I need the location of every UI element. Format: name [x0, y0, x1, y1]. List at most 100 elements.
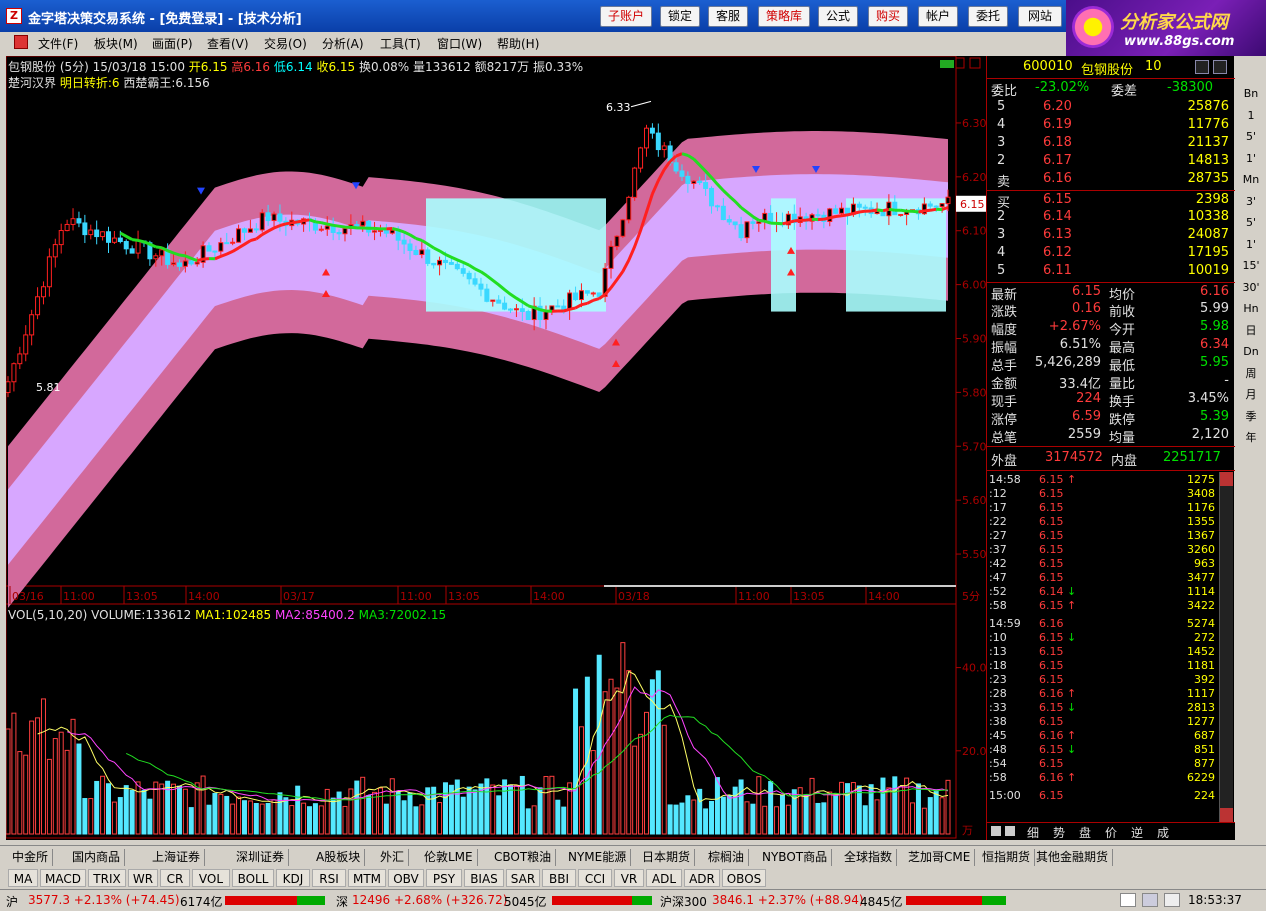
tab-next-icon[interactable] — [1005, 826, 1015, 836]
indicator-tab[interactable]: TRIX — [88, 869, 126, 887]
indicator-tab[interactable]: OBV — [388, 869, 424, 887]
indicator-tab[interactable]: OBOS — [722, 869, 766, 887]
tab-book[interactable]: 盘 — [1079, 824, 1091, 841]
market-tab[interactable]: 其他金融期货 — [1032, 849, 1114, 866]
buy-button[interactable]: 购买 — [868, 6, 908, 27]
market-tab[interactable]: CBOT粮油 — [490, 849, 557, 866]
indicator-tab[interactable]: MTM — [348, 869, 386, 887]
indicator-tab[interactable]: KDJ — [276, 869, 310, 887]
period-tab[interactable]: 15' — [1239, 256, 1263, 276]
sell-price: 6.17 — [1043, 153, 1072, 168]
ratio-label: 委比 — [991, 84, 1018, 99]
indicator-tab[interactable]: ADL — [646, 869, 682, 887]
kline-chart[interactable]: 6.30 6.20 6.10 6.00 5.90 5.80 5.70 5.60 5.50 6.15… — [6, 56, 986, 840]
market-tab[interactable]: 棕榈油 — [704, 849, 750, 866]
menu-analysis[interactable]: 分析(A) — [322, 35, 364, 52]
market-tab[interactable]: A股板块 — [312, 849, 366, 866]
market-tab[interactable]: 伦敦LME — [420, 849, 478, 866]
market-tab[interactable]: 外汇 — [376, 849, 410, 866]
period-tab[interactable]: Hn — [1239, 299, 1263, 319]
volume-bar — [673, 804, 679, 835]
formula-button[interactable]: 公式 — [818, 6, 858, 27]
candle-body — [590, 292, 596, 295]
indicator-tab[interactable]: BOLL — [232, 869, 274, 887]
volume-bar — [720, 796, 726, 835]
tab-reverse[interactable]: 逆 — [1131, 824, 1143, 841]
website-button[interactable]: 网站 — [1018, 6, 1062, 27]
indicator-tab[interactable]: CCI — [578, 869, 612, 887]
period-tab[interactable]: Bn — [1239, 84, 1263, 104]
volume-bar — [236, 796, 242, 835]
period-tab[interactable]: 5' — [1239, 127, 1263, 147]
scroll-down-icon[interactable] — [1220, 808, 1233, 822]
period-tab[interactable]: 周 — [1239, 364, 1263, 384]
service-button[interactable]: 客服 — [708, 6, 748, 27]
menu-tools[interactable]: 工具(T) — [380, 35, 421, 52]
market-tab[interactable]: 芝加哥CME — [904, 849, 976, 866]
market-tab[interactable]: 恒指期货 — [978, 849, 1036, 866]
sub-account-button[interactable]: 子账户 — [600, 6, 652, 27]
quote-expand-icon[interactable] — [1213, 60, 1227, 74]
sz-label: 深 — [336, 895, 349, 909]
indicator-tab[interactable]: VR — [614, 869, 644, 887]
candle-body — [17, 353, 23, 365]
indicator-tab[interactable]: RSI — [312, 869, 346, 887]
tick-time: :10 — [989, 631, 1007, 644]
market-tab[interactable]: 国内商品 — [68, 849, 126, 866]
volume-bar — [171, 783, 177, 835]
market-tab[interactable]: NYBOT商品 — [758, 849, 833, 866]
market-tab[interactable]: 深圳证券 — [232, 849, 290, 866]
period-tab[interactable]: 1' — [1239, 149, 1263, 169]
market-tab[interactable]: NYME能源 — [564, 849, 632, 866]
market-tab[interactable]: 中金所 — [8, 849, 54, 866]
strategy-library-button[interactable]: 策略库 — [758, 6, 810, 27]
period-tab[interactable]: Mn — [1239, 170, 1263, 190]
period-tab[interactable]: 3' — [1239, 192, 1263, 212]
menu-view-screen[interactable]: 画面(P) — [152, 35, 193, 52]
period-tab[interactable]: 年 — [1239, 428, 1263, 448]
indicator-tab[interactable]: ADR — [684, 869, 720, 887]
indicator-tab[interactable]: VOL — [192, 869, 230, 887]
period-tab[interactable]: 日 — [1239, 321, 1263, 341]
menu-view[interactable]: 查看(V) — [207, 35, 249, 52]
market-tab[interactable]: 日本期货 — [638, 849, 696, 866]
menu-trade[interactable]: 交易(O) — [264, 35, 307, 52]
menu-window[interactable]: 窗口(W) — [437, 35, 482, 52]
indicator-tab[interactable]: PSY — [426, 869, 462, 887]
indicator-tab[interactable]: BIAS — [464, 869, 504, 887]
chart-area[interactable]: 6.30 6.20 6.10 6.00 5.90 5.80 5.70 5.60 5.50 6.15… — [6, 56, 986, 840]
account-button[interactable]: 帐户 — [918, 6, 958, 27]
candle-body — [64, 223, 70, 232]
quote-settings-icon[interactable] — [1195, 60, 1209, 74]
tab-prev-icon[interactable] — [991, 826, 1001, 836]
indicator-tab[interactable]: MACD — [40, 869, 86, 887]
indicator-tab[interactable]: WR — [128, 869, 158, 887]
tick-scrollbar[interactable] — [1219, 472, 1233, 822]
period-tab[interactable]: 5' — [1239, 213, 1263, 233]
menu-help[interactable]: 帮助(H) — [497, 35, 539, 52]
tab-price[interactable]: 价 — [1105, 824, 1117, 841]
market-tab[interactable]: 全球指数 — [840, 849, 898, 866]
stat-value: - — [1224, 373, 1229, 388]
tab-trend[interactable]: 势 — [1053, 824, 1065, 841]
period-tab[interactable]: 30' — [1239, 278, 1263, 298]
lock-button[interactable]: 锁定 — [660, 6, 700, 27]
message-icon[interactable] — [1120, 893, 1136, 907]
tab-detail[interactable]: 细 — [1027, 824, 1039, 841]
period-tab[interactable]: Dn — [1239, 342, 1263, 362]
indicator-tab[interactable]: BBI — [542, 869, 576, 887]
period-tab[interactable]: 1 — [1239, 106, 1263, 126]
scroll-up-icon[interactable] — [1220, 472, 1233, 486]
period-tab[interactable]: 1' — [1239, 235, 1263, 255]
period-tab[interactable]: 月 — [1239, 385, 1263, 405]
indicator-tab[interactable]: MA — [8, 869, 38, 887]
indicator-tab[interactable]: CR — [160, 869, 190, 887]
indicator-tab[interactable]: SAR — [506, 869, 540, 887]
tab-deal[interactable]: 成 — [1157, 824, 1169, 841]
market-tab[interactable]: 上海证券 — [148, 849, 206, 866]
period-tab[interactable]: 季 — [1239, 407, 1263, 427]
order-button[interactable]: 委托 — [968, 6, 1008, 27]
menu-file[interactable]: 文件(F) — [38, 35, 78, 52]
tick-list[interactable]: 14:58 6.15 ↑ 1275:12 6.15 3408:17 6.15 1176:22 6… — [987, 470, 1235, 822]
menu-sector[interactable]: 板块(M) — [94, 35, 138, 52]
